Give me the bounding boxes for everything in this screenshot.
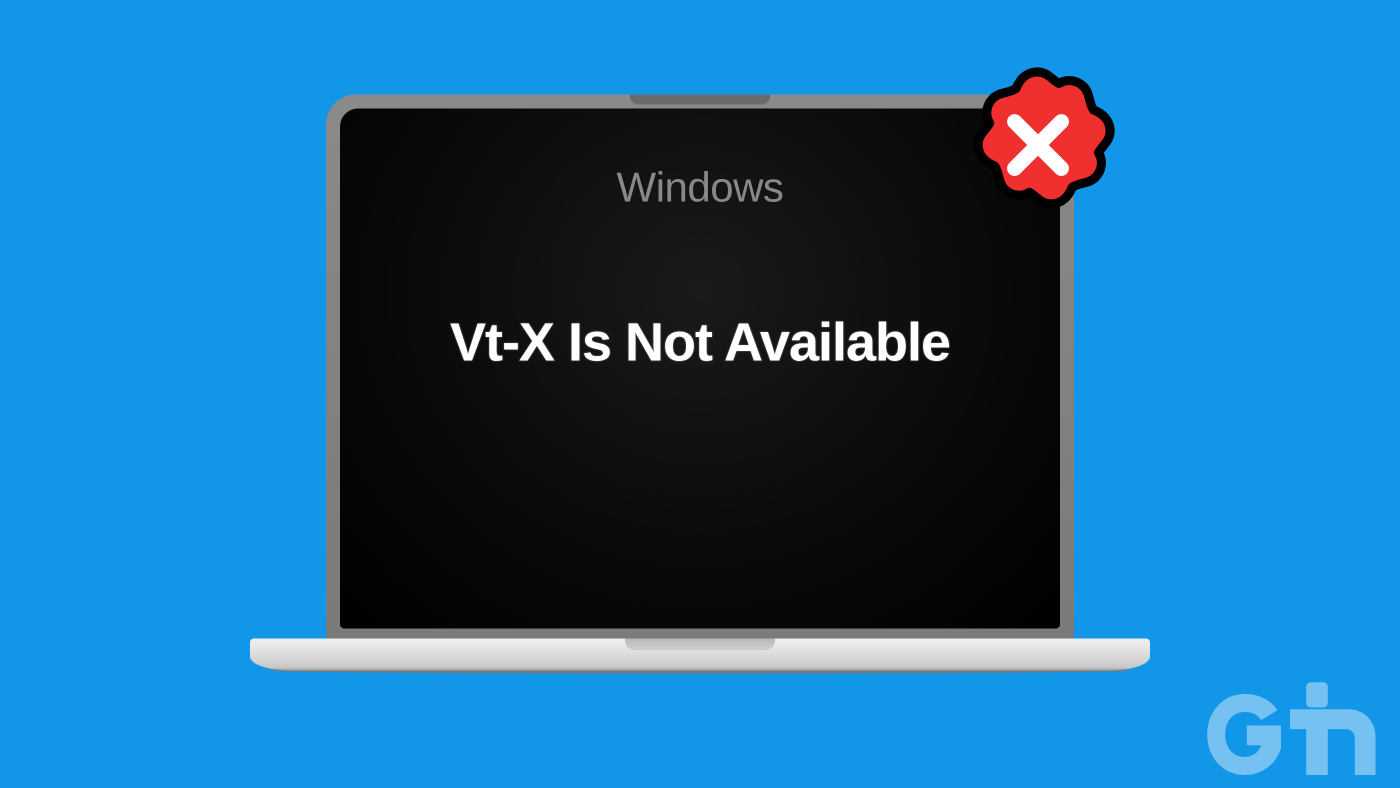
laptop-screen: Windows Vt-X Is Not Available bbox=[340, 108, 1060, 628]
os-label: Windows bbox=[617, 163, 784, 211]
laptop-notch bbox=[630, 94, 770, 104]
gt-watermark-logo bbox=[1200, 680, 1380, 780]
error-message: Vt-X Is Not Available bbox=[450, 311, 950, 373]
error-badge bbox=[955, 62, 1120, 227]
x-mark-icon bbox=[1003, 110, 1073, 180]
laptop-base bbox=[250, 638, 1150, 670]
